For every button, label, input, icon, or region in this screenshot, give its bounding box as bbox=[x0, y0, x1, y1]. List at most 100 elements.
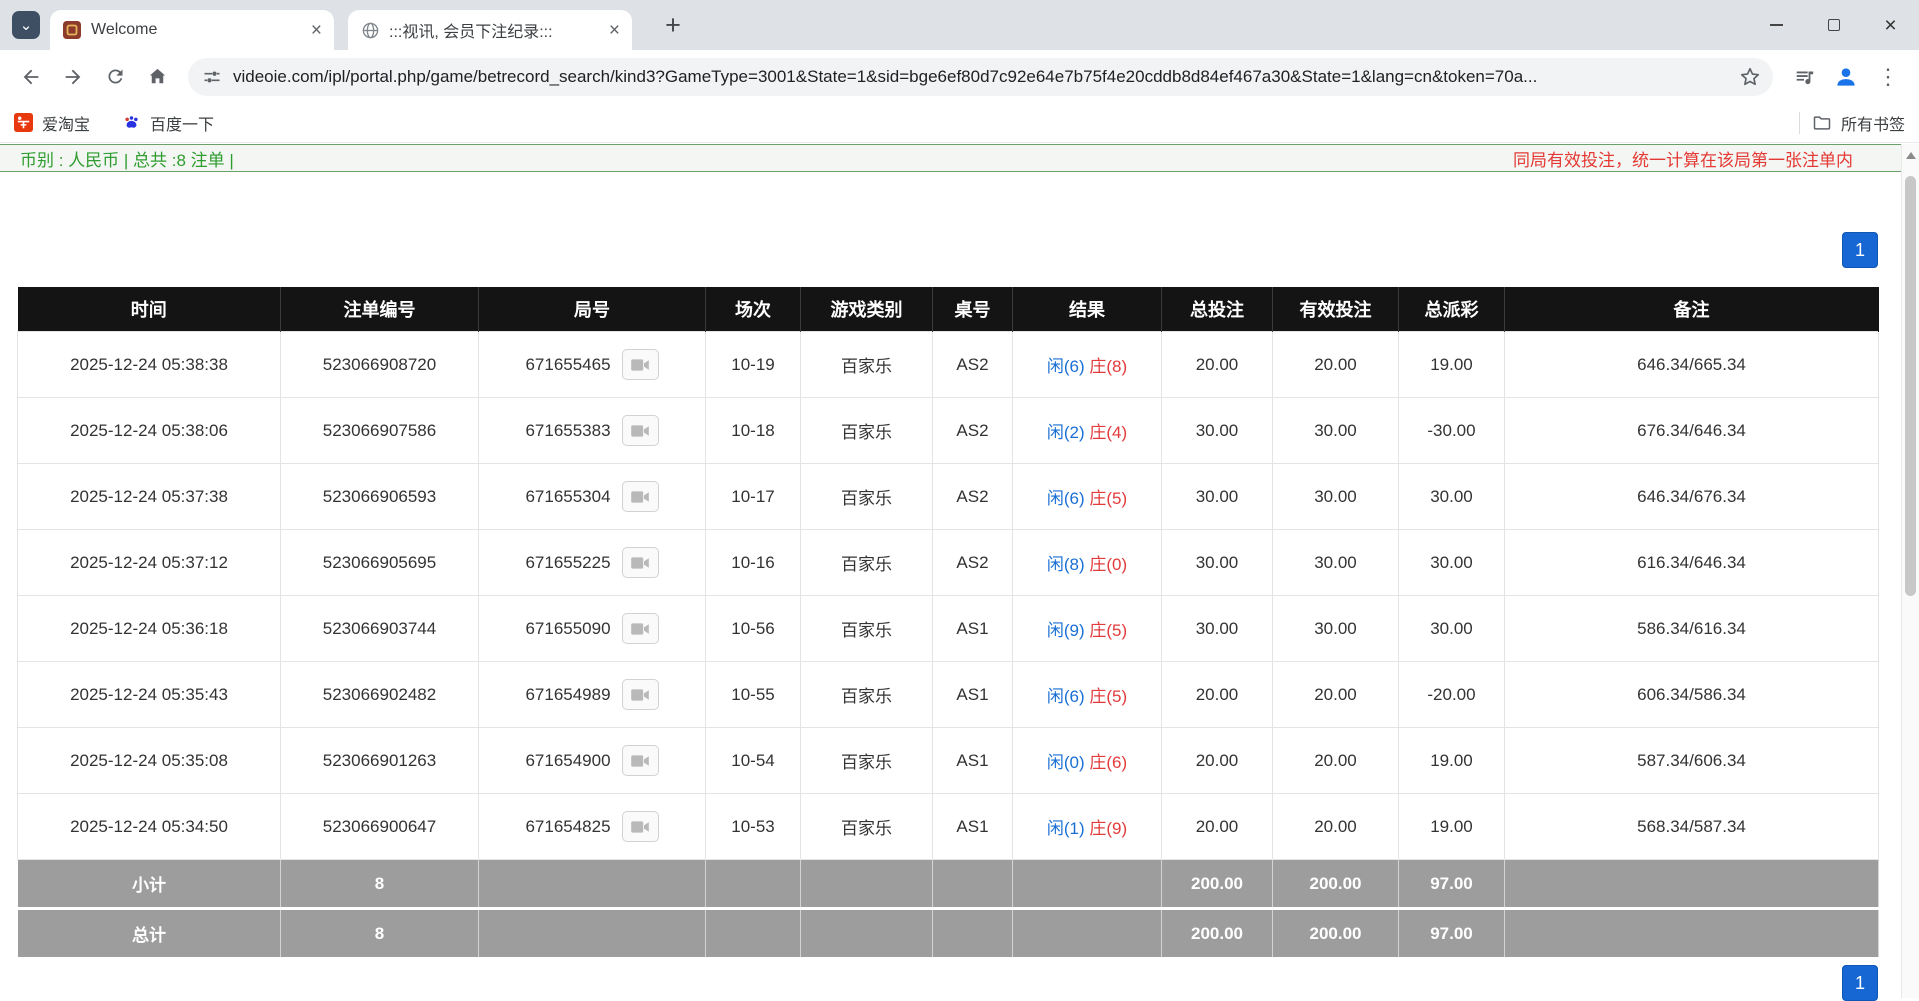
video-replay-button[interactable] bbox=[622, 613, 659, 644]
video-replay-button[interactable] bbox=[622, 415, 659, 446]
session-cell: 10-53 bbox=[706, 794, 801, 860]
address-bar[interactable]: videoie.com/ipl/portal.php/game/betrecor… bbox=[188, 58, 1773, 96]
url-text[interactable]: videoie.com/ipl/portal.php/game/betrecor… bbox=[233, 67, 1733, 87]
tab-title: Welcome bbox=[91, 21, 302, 39]
payout-cell: 19.00 bbox=[1399, 728, 1505, 794]
session-cell: 10-16 bbox=[706, 530, 801, 596]
close-icon: × bbox=[1884, 15, 1896, 36]
subtotal-valid-bet: 200.00 bbox=[1273, 860, 1399, 909]
valid-bet-cell: 20.00 bbox=[1273, 728, 1399, 794]
pagination-page-1-bottom[interactable]: 1 bbox=[1842, 965, 1878, 1001]
column-header: 时间 bbox=[18, 287, 281, 332]
bookmark-aitaobao[interactable]: 爱淘宝 bbox=[14, 111, 90, 135]
maximize-icon bbox=[1828, 19, 1840, 31]
bet-id-cell: 523066905695 bbox=[281, 530, 479, 596]
result-cell: 闲(6) 庄(5) bbox=[1013, 464, 1162, 530]
minimize-button[interactable] bbox=[1748, 0, 1805, 50]
player-result: 闲(8) bbox=[1047, 555, 1085, 574]
scrollbar-thumb[interactable] bbox=[1905, 176, 1916, 596]
table-no-cell: AS1 bbox=[933, 794, 1013, 860]
baidu-paw-icon bbox=[122, 113, 141, 132]
currency-summary-text: 币别 : 人民币 | 总共 :8 注单 | bbox=[20, 146, 234, 171]
bookmark-star-button[interactable] bbox=[1733, 60, 1767, 94]
total-bet-cell: 30.00 bbox=[1162, 596, 1273, 662]
welcome-tab-favicon-icon bbox=[62, 20, 82, 40]
folder-icon bbox=[1812, 113, 1832, 133]
round-id: 671655304 bbox=[525, 487, 610, 507]
game-type-cell: 百家乐 bbox=[801, 728, 933, 794]
video-replay-button[interactable] bbox=[622, 811, 659, 842]
home-icon bbox=[146, 65, 169, 88]
bookmark-baidu[interactable]: 百度一下 bbox=[122, 111, 214, 135]
round-id: 671655225 bbox=[525, 553, 610, 573]
browser-tab-welcome[interactable]: Welcome × bbox=[50, 10, 334, 50]
forward-button[interactable] bbox=[52, 56, 94, 98]
profile-button[interactable] bbox=[1825, 56, 1867, 98]
close-icon[interactable]: × bbox=[311, 21, 322, 40]
remark-cell: 568.34/587.34 bbox=[1505, 794, 1879, 860]
video-replay-icon bbox=[630, 621, 650, 637]
banker-result: 庄(9) bbox=[1089, 819, 1127, 838]
subtotal-total-bet: 200.00 bbox=[1162, 860, 1273, 909]
video-replay-button[interactable] bbox=[622, 481, 659, 512]
table-no-cell: AS2 bbox=[933, 464, 1013, 530]
forward-arrow-icon bbox=[62, 66, 84, 88]
all-bookmarks-button[interactable]: 所有书签 bbox=[1812, 111, 1905, 135]
time-cell: 2025-12-24 05:35:08 bbox=[18, 728, 281, 794]
result-cell: 闲(8) 庄(0) bbox=[1013, 530, 1162, 596]
time-cell: 2025-12-24 05:36:18 bbox=[18, 596, 281, 662]
payout-cell: 30.00 bbox=[1399, 464, 1505, 530]
empty-cell bbox=[933, 860, 1013, 909]
back-button[interactable] bbox=[10, 56, 52, 98]
game-type-cell: 百家乐 bbox=[801, 530, 933, 596]
home-button[interactable] bbox=[136, 56, 178, 98]
remark-cell: 676.34/646.34 bbox=[1505, 398, 1879, 464]
bet-record-row: 2025-12-24 05:36:18523066903744671655090… bbox=[18, 596, 1879, 662]
pagination-page-1-top[interactable]: 1 bbox=[1842, 232, 1878, 268]
bet-records-table: 时间注单编号局号场次游戏类别桌号结果总投注有效投注总派彩备注 2025-12-2… bbox=[17, 287, 1879, 957]
page-scrollbar[interactable] bbox=[1901, 144, 1919, 998]
bet-record-row: 2025-12-24 05:35:08523066901263671654900… bbox=[18, 728, 1879, 794]
valid-bet-cell: 30.00 bbox=[1273, 530, 1399, 596]
video-replay-button[interactable] bbox=[622, 679, 659, 710]
table-no-cell: AS1 bbox=[933, 662, 1013, 728]
browser-menu-button[interactable]: ⋮ bbox=[1867, 56, 1909, 98]
maximize-button[interactable] bbox=[1805, 0, 1862, 50]
video-replay-button[interactable] bbox=[622, 745, 659, 776]
round-cell: 671655225 bbox=[479, 530, 706, 596]
session-cell: 10-17 bbox=[706, 464, 801, 530]
video-replay-button[interactable] bbox=[622, 349, 659, 380]
round-cell: 671654900 bbox=[479, 728, 706, 794]
empty-cell bbox=[706, 909, 801, 958]
player-result: 闲(1) bbox=[1047, 819, 1085, 838]
empty-cell bbox=[1505, 909, 1879, 958]
close-window-button[interactable]: × bbox=[1862, 0, 1919, 50]
bookmarks-divider bbox=[1799, 112, 1800, 134]
site-info-icon[interactable] bbox=[202, 67, 222, 87]
tab-search-button[interactable]: ⌄ bbox=[12, 11, 40, 39]
video-replay-button[interactable] bbox=[622, 547, 659, 578]
time-cell: 2025-12-24 05:34:50 bbox=[18, 794, 281, 860]
round-cell: 671655383 bbox=[479, 398, 706, 464]
bet-record-page: 币别 : 人民币 | 总共 :8 注单 | 同局有效投注，统一计算在该局第一张注… bbox=[0, 144, 1901, 998]
subtotal-row: 小计 8 200.00 200.00 97.00 bbox=[18, 860, 1879, 909]
bet-record-row: 2025-12-24 05:35:43523066902482671654989… bbox=[18, 662, 1879, 728]
reload-button[interactable] bbox=[94, 56, 136, 98]
new-tab-button[interactable]: + bbox=[656, 8, 690, 42]
total-total-bet: 200.00 bbox=[1162, 909, 1273, 958]
total-label: 总计 bbox=[18, 909, 281, 958]
column-header: 结果 bbox=[1013, 287, 1162, 332]
valid-bet-cell: 20.00 bbox=[1273, 662, 1399, 728]
remark-cell: 616.34/646.34 bbox=[1505, 530, 1879, 596]
media-controls-button[interactable] bbox=[1783, 56, 1825, 98]
banker-result: 庄(5) bbox=[1089, 687, 1127, 706]
total-bet-cell: 20.00 bbox=[1162, 332, 1273, 398]
close-icon[interactable]: × bbox=[609, 21, 620, 40]
valid-bet-cell: 30.00 bbox=[1273, 464, 1399, 530]
result-cell: 闲(0) 庄(6) bbox=[1013, 728, 1162, 794]
banker-result: 庄(0) bbox=[1089, 555, 1127, 574]
total-bet-cell: 20.00 bbox=[1162, 794, 1273, 860]
browser-tab-betrecord[interactable]: :::视讯, 会员下注纪录::: × bbox=[348, 10, 632, 50]
scrollbar-up-arrow-icon[interactable] bbox=[1906, 152, 1916, 159]
empty-cell bbox=[1505, 860, 1879, 909]
